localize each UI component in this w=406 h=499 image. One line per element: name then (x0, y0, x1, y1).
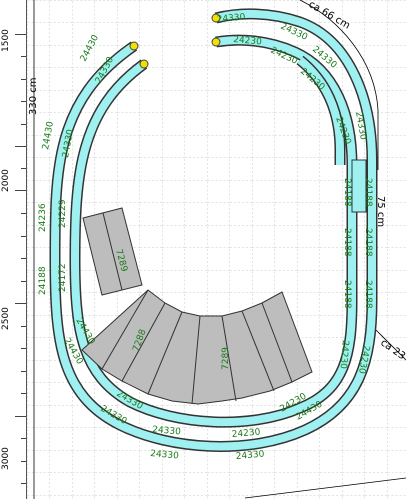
track-label: 24188 (363, 280, 373, 309)
track-endpoint[interactable] (211, 37, 221, 47)
ruler-tick (21, 371, 26, 372)
label-turntable-large-2: 7289 (221, 347, 231, 370)
ruler-tick (21, 79, 26, 80)
track-label: 24236 (38, 203, 48, 232)
ruler-tick (15, 34, 26, 35)
ruler-tick (21, 461, 26, 462)
ruler-tick (15, 416, 26, 417)
ruler-tick (21, 56, 26, 57)
ruler-label: 2500 (1, 307, 11, 330)
ruler-tick (15, 303, 26, 304)
drawing-canvas[interactable]: 7289 7288 7289 24330 24230 24330 24230 2… (27, 0, 406, 499)
ruler-tick (21, 258, 26, 259)
ruler-tick (21, 393, 26, 394)
track-label: 24188 (363, 178, 373, 207)
ruler-tick (21, 326, 26, 327)
ruler-tick (21, 348, 26, 349)
ruler-tick (21, 124, 26, 125)
ruler-label: 2000 (1, 169, 11, 192)
dimension-width-label: 330 cm (28, 77, 39, 115)
track-endpoint[interactable] (129, 41, 139, 51)
ruler-tick (21, 281, 26, 282)
ruler-tick (21, 168, 26, 169)
track-plan[interactable]: 7289 7288 7289 24330 24230 24330 24230 2… (27, 0, 406, 499)
dimension-depth-label: 75 cm (375, 196, 386, 227)
track-label: 24188 (342, 280, 352, 309)
track-endpoint[interactable] (139, 59, 149, 69)
track-label: 24188 (342, 228, 352, 257)
ruler-tick (21, 213, 26, 214)
ruler-tick (21, 483, 26, 484)
ruler-tick (21, 101, 26, 102)
ruler-label: 1500 (1, 29, 11, 52)
layout-editor-view: 1500 2000 2500 3000 7289 7288 7289 24330… (0, 0, 406, 499)
track-label: 24188 (342, 178, 352, 207)
ruler-tick (21, 236, 26, 237)
track-label: 24172 (58, 263, 68, 292)
track-label: 24229 (58, 199, 68, 228)
track-label: 24188 (363, 228, 373, 257)
ruler-tick (15, 146, 26, 147)
ruler-tick (15, 190, 26, 191)
ruler-tick (21, 438, 26, 439)
track-label: 24188 (38, 266, 48, 295)
ruler-label: 3000 (1, 447, 11, 470)
vertical-ruler: 1500 2000 2500 3000 (0, 0, 27, 499)
